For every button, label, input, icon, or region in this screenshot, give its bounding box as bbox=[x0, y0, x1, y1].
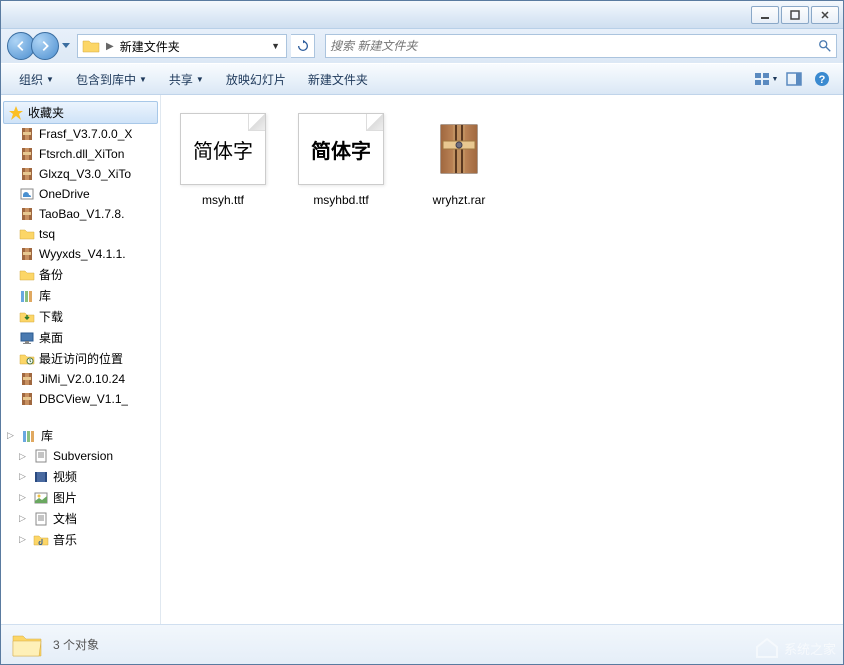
tree-label: JiMi_V2.0.10.24 bbox=[39, 372, 125, 386]
new-folder-button[interactable]: 新建文件夹 bbox=[298, 67, 378, 92]
address-bar: ▶ 新建文件夹 ▼ bbox=[1, 29, 843, 63]
dropdown-arrow-icon: ▼ bbox=[772, 76, 779, 83]
library-icon bbox=[21, 428, 37, 444]
preview-pane-button[interactable] bbox=[781, 67, 807, 91]
sidebar-item[interactable]: Glxzq_V3.0_XiTo bbox=[1, 164, 160, 184]
sidebar-item[interactable]: 备份 bbox=[1, 264, 160, 285]
tree-label: 备份 bbox=[39, 266, 63, 283]
window-controls bbox=[751, 6, 839, 24]
sidebar-item[interactable]: TaoBao_V1.7.8. bbox=[1, 204, 160, 224]
sidebar-item[interactable]: Frasf_V3.7.0.0_X bbox=[1, 124, 160, 144]
sidebar-item[interactable]: ▷ 图片 bbox=[1, 487, 160, 508]
breadcrumb[interactable]: ▶ 新建文件夹 ▼ bbox=[77, 34, 287, 58]
tree-label: tsq bbox=[39, 227, 55, 241]
tree-label: 文档 bbox=[53, 510, 77, 527]
svg-text:?: ? bbox=[819, 74, 826, 86]
expander-icon[interactable]: ▷ bbox=[19, 513, 29, 524]
minimize-button[interactable] bbox=[751, 6, 779, 24]
sidebar-item[interactable]: 桌面 bbox=[1, 327, 160, 348]
explorer-window: ▶ 新建文件夹 ▼ 组织▼ 包含到库中▼ 共享▼ 放映幻灯片 bbox=[0, 0, 844, 665]
star-icon bbox=[8, 105, 24, 121]
expander-icon[interactable]: ▷ bbox=[19, 534, 29, 545]
sidebar-item[interactable]: 下载 bbox=[1, 306, 160, 327]
sidebar-item[interactable]: JiMi_V2.0.10.24 bbox=[1, 369, 160, 389]
nav-buttons bbox=[7, 32, 73, 60]
tree-label: 下载 bbox=[39, 308, 63, 325]
file-item[interactable]: 简体字 msyhbd.ttf bbox=[291, 113, 391, 207]
expander-icon[interactable]: ▷ bbox=[19, 471, 29, 482]
breadcrumb-separator: ▶ bbox=[102, 41, 118, 52]
titlebar bbox=[1, 1, 843, 29]
sidebar-item[interactable]: OneDrive bbox=[1, 184, 160, 204]
organize-menu[interactable]: 组织▼ bbox=[9, 67, 64, 92]
dropdown-arrow-icon: ▼ bbox=[139, 75, 147, 84]
search-input[interactable] bbox=[330, 39, 818, 53]
file-item[interactable]: 简体字 msyh.ttf bbox=[173, 113, 273, 207]
tree-label: Frasf_V3.7.0.0_X bbox=[39, 127, 132, 141]
sidebar-item[interactable]: 最近访问的位置 bbox=[1, 348, 160, 369]
tree-label: Wyyxds_V4.1.1. bbox=[39, 247, 126, 261]
tree-label: 视频 bbox=[53, 468, 77, 485]
expander-icon[interactable]: ▷ bbox=[19, 492, 29, 503]
dropdown-arrow-icon: ▼ bbox=[196, 75, 204, 84]
breadcrumb-dropdown[interactable]: ▼ bbox=[271, 41, 280, 51]
maximize-button[interactable] bbox=[781, 6, 809, 24]
slideshow-button[interactable]: 放映幻灯片 bbox=[216, 67, 296, 92]
search-icon bbox=[818, 39, 832, 53]
nav-history-dropdown[interactable] bbox=[59, 36, 73, 56]
sidebar-item[interactable]: tsq bbox=[1, 224, 160, 244]
status-bar: 3 个对象 bbox=[1, 624, 843, 664]
sidebar-item[interactable]: ▷ Subversion bbox=[1, 446, 160, 466]
file-item[interactable]: wryhzt.rar bbox=[409, 113, 509, 207]
tree-label: DBCView_V1.1_ bbox=[39, 392, 128, 406]
sidebar-item[interactable]: Wyyxds_V4.1.1. bbox=[1, 244, 160, 264]
share-menu[interactable]: 共享▼ bbox=[159, 67, 214, 92]
font-thumbnail: 简体字 bbox=[298, 113, 384, 185]
breadcrumb-folder[interactable]: 新建文件夹 bbox=[118, 38, 182, 55]
tree-label: 音乐 bbox=[53, 531, 77, 548]
file-label: wryhzt.rar bbox=[433, 193, 486, 207]
tree-label: 桌面 bbox=[39, 329, 63, 346]
help-button[interactable]: ? bbox=[809, 67, 835, 91]
sidebar-item[interactable]: ▷ 视频 bbox=[1, 466, 160, 487]
include-library-menu[interactable]: 包含到库中▼ bbox=[66, 67, 157, 92]
navigation-pane[interactable]: 收藏夹 Frasf_V3.7.0.0_X Ftsrch.dll_XiTon Glxz… bbox=[1, 95, 161, 624]
sidebar-item[interactable]: DBCView_V1.1_ bbox=[1, 389, 160, 409]
libraries-root[interactable]: ▷ 库 bbox=[1, 425, 160, 446]
font-thumbnail: 简体字 bbox=[180, 113, 266, 185]
status-text: 3 个对象 bbox=[53, 636, 99, 653]
rar-thumbnail bbox=[416, 113, 502, 185]
sidebar-item[interactable]: ▷ 文档 bbox=[1, 508, 160, 529]
expander-icon[interactable]: ▷ bbox=[19, 451, 29, 462]
content-area: 收藏夹 Frasf_V3.7.0.0_X Ftsrch.dll_XiTon Glxz… bbox=[1, 95, 843, 624]
file-label: msyh.ttf bbox=[202, 193, 244, 207]
tree-label: 库 bbox=[39, 287, 51, 304]
toolbar: 组织▼ 包含到库中▼ 共享▼ 放映幻灯片 新建文件夹 ▼ ? bbox=[1, 63, 843, 95]
expander-icon[interactable]: ▷ bbox=[7, 430, 17, 441]
sidebar-item[interactable]: Ftsrch.dll_XiTon bbox=[1, 144, 160, 164]
dropdown-arrow-icon: ▼ bbox=[46, 75, 54, 84]
forward-button[interactable] bbox=[31, 32, 59, 60]
refresh-button[interactable] bbox=[291, 34, 315, 58]
favorites-root[interactable]: 收藏夹 bbox=[3, 101, 158, 124]
file-label: msyhbd.ttf bbox=[313, 193, 368, 207]
tree-label: Subversion bbox=[53, 449, 113, 463]
close-button[interactable] bbox=[811, 6, 839, 24]
tree-label: 最近访问的位置 bbox=[39, 350, 123, 367]
sidebar-item[interactable]: 库 bbox=[1, 285, 160, 306]
sidebar-item[interactable]: ▷ 音乐 bbox=[1, 529, 160, 550]
view-options-button[interactable]: ▼ bbox=[753, 67, 779, 91]
search-box[interactable] bbox=[325, 34, 837, 58]
tree-label: Ftsrch.dll_XiTon bbox=[39, 147, 124, 161]
tree-label: Glxzq_V3.0_XiTo bbox=[39, 167, 131, 181]
tree-label: 图片 bbox=[53, 489, 77, 506]
file-list[interactable]: 简体字 msyh.ttf 简体字 msyhbd.ttf bbox=[161, 95, 843, 624]
folder-icon bbox=[82, 38, 100, 54]
tree-label: OneDrive bbox=[39, 187, 90, 201]
tree-label: TaoBao_V1.7.8. bbox=[39, 207, 124, 221]
folder-icon bbox=[11, 631, 43, 659]
